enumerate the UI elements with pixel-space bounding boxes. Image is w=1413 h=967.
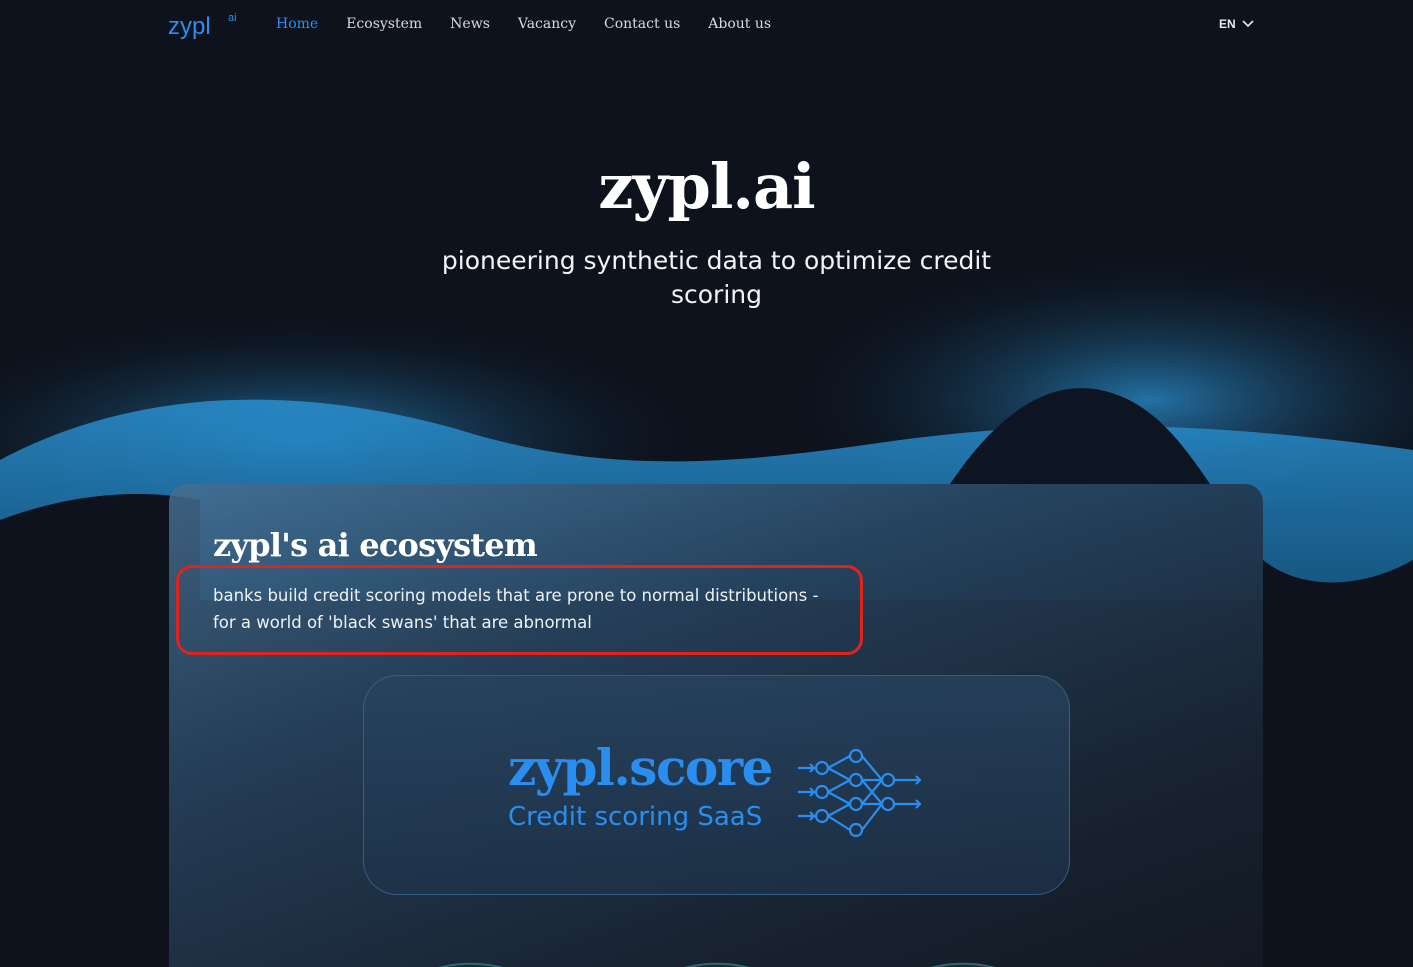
top-navigation: zypl ai Home Ecosystem News Vacancy Cont… [0, 0, 1413, 50]
zypl-logo[interactable]: zypl ai [168, 10, 248, 40]
product-card-zypl-score[interactable]: zypl.score Credit scoring SaaS [363, 675, 1070, 895]
nav-link-ecosystem[interactable]: Ecosystem [346, 16, 422, 32]
svg-text:ai: ai [228, 12, 237, 24]
hero-subtitle: pioneering synthetic data to optimize cr… [441, 246, 992, 309]
highlight-annotation [176, 565, 863, 655]
chevron-down-icon [1242, 20, 1254, 28]
nav-link-news[interactable]: News [450, 16, 490, 32]
nav-link-about[interactable]: About us [708, 16, 771, 32]
nav-link-contact[interactable]: Contact us [604, 16, 680, 32]
next-card-arc [684, 962, 750, 967]
nav-links: Home Ecosystem News Vacancy Contact us A… [276, 16, 799, 32]
product-name: zypl.score [508, 738, 773, 797]
hero-title: zypl.ai [598, 150, 815, 223]
nav-link-vacancy[interactable]: Vacancy [518, 16, 576, 32]
ecosystem-title: zypl's ai ecosystem [213, 526, 538, 564]
language-selector[interactable]: EN [1219, 17, 1254, 31]
next-card-arc [930, 962, 996, 967]
ecosystem-panel: zypl's ai ecosystem banks build credit s… [169, 484, 1263, 967]
neural-network-icon [798, 748, 922, 838]
product-tagline: Credit scoring SaaS [508, 802, 763, 832]
nav-link-home[interactable]: Home [276, 16, 318, 32]
svg-text:zypl: zypl [168, 13, 211, 40]
next-card-arc [438, 962, 504, 967]
language-label: EN [1219, 17, 1236, 31]
